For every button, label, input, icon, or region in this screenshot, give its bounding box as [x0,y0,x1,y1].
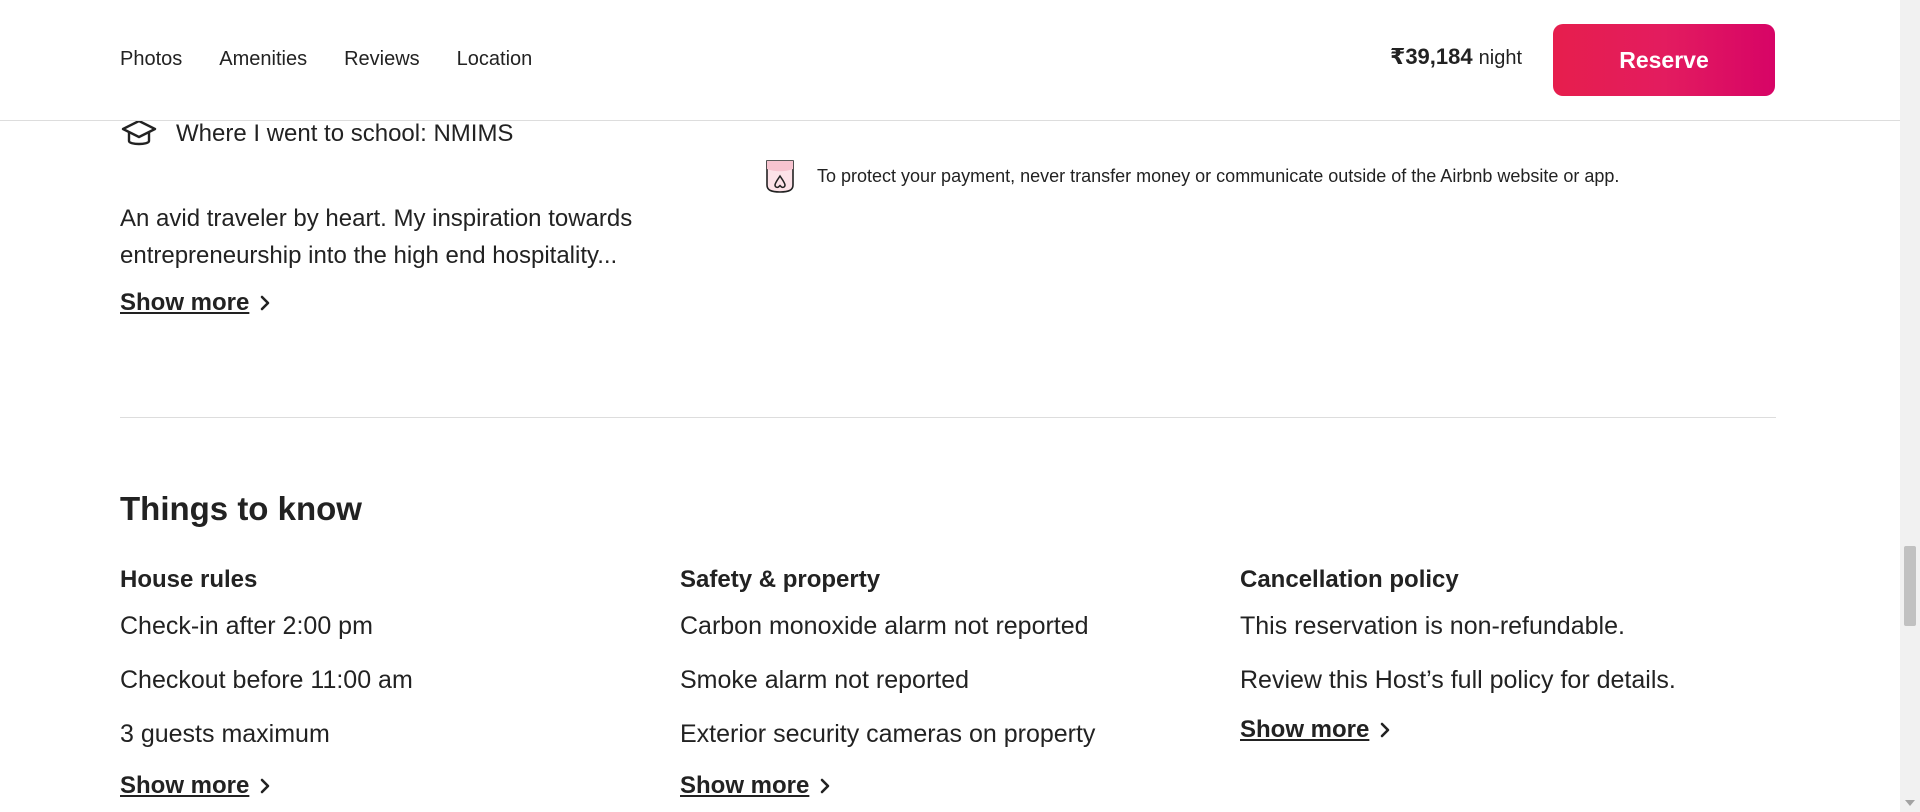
reserve-button[interactable]: Reserve [1553,24,1775,96]
listing-page: Photos Amenities Reviews Location ₹39,18… [0,0,1920,812]
host-school-text: Where I went to school: NMIMS [176,120,514,147]
safety-show-more-link[interactable]: Show more [680,772,1200,800]
payment-protection-notice: To protect your payment, never transfer … [763,157,1619,195]
host-show-more-link[interactable]: Show more [120,289,271,317]
chevron-right-icon [261,295,270,311]
sticky-header: Photos Amenities Reviews Location ₹39,18… [0,0,1900,121]
house-rule-item: Check-in after 2:00 pm [120,612,373,640]
safety-property-title: Safety & property [680,566,881,593]
host-bio-line: entrepreneurship into the high end hospi… [120,242,618,269]
airbnb-shield-icon [766,160,794,193]
show-more-label: Show more [1240,716,1370,743]
house-rule-item: Checkout before 11:00 am [120,666,413,694]
payment-protection-text: To protect your payment, never transfer … [817,165,1620,186]
show-more-label: Show more [120,289,250,316]
graduation-cap-icon [121,119,157,146]
house-rules-column: House rules Check-in after 2:00 pm Check… [120,564,640,800]
nav-reviews[interactable]: Reviews [344,46,420,72]
host-bio-line: An avid traveler by heart. My inspiratio… [120,205,633,232]
scrollbar-thumb[interactable] [1904,546,1916,626]
house-rules-show-more-link[interactable]: Show more [120,772,640,800]
nav-photos[interactable]: Photos [120,46,182,72]
cancellation-item: This reservation is non-refundable. [1240,612,1625,640]
house-rules-title: House rules [120,566,258,593]
show-more-label: Show more [120,772,250,799]
scroll-down-arrow-icon[interactable] [1905,800,1915,806]
price-per-night: ₹39,184 night [1390,44,1522,70]
cancellation-show-more-link[interactable]: Show more [1240,716,1760,744]
host-bio: An avid traveler by heart. My inspiratio… [120,200,680,274]
chevron-right-icon [261,778,270,794]
house-rule-item: 3 guests maximum [120,720,330,748]
cancellation-policy-column: Cancellation policy This reservation is … [1240,564,1760,744]
vertical-scrollbar[interactable] [1900,0,1920,812]
safety-item: Smoke alarm not reported [680,666,970,694]
nav-amenities[interactable]: Amenities [219,46,307,72]
safety-item: Carbon monoxide alarm not reported [680,612,1089,640]
chevron-right-icon [1381,722,1390,738]
chevron-right-icon [821,778,830,794]
cancellation-policy-title: Cancellation policy [1240,566,1459,593]
page-content: Photos Amenities Reviews Location ₹39,18… [0,0,1900,812]
things-to-know-title: Things to know [120,490,362,527]
cancellation-item: Review this Host’s full policy for detai… [1240,666,1676,694]
host-school-row: Where I went to school: NMIMS [120,118,513,150]
nav-location[interactable]: Location [457,46,533,72]
show-more-label: Show more [680,772,810,799]
price-unit: night [1478,47,1522,69]
section-nav: Photos Amenities Reviews Location [120,46,532,72]
section-divider [120,417,1776,418]
price-amount: ₹39,184 [1390,44,1473,69]
safety-item: Exterior security cameras on property [680,720,1096,748]
safety-property-column: Safety & property Carbon monoxide alarm … [680,564,1200,800]
